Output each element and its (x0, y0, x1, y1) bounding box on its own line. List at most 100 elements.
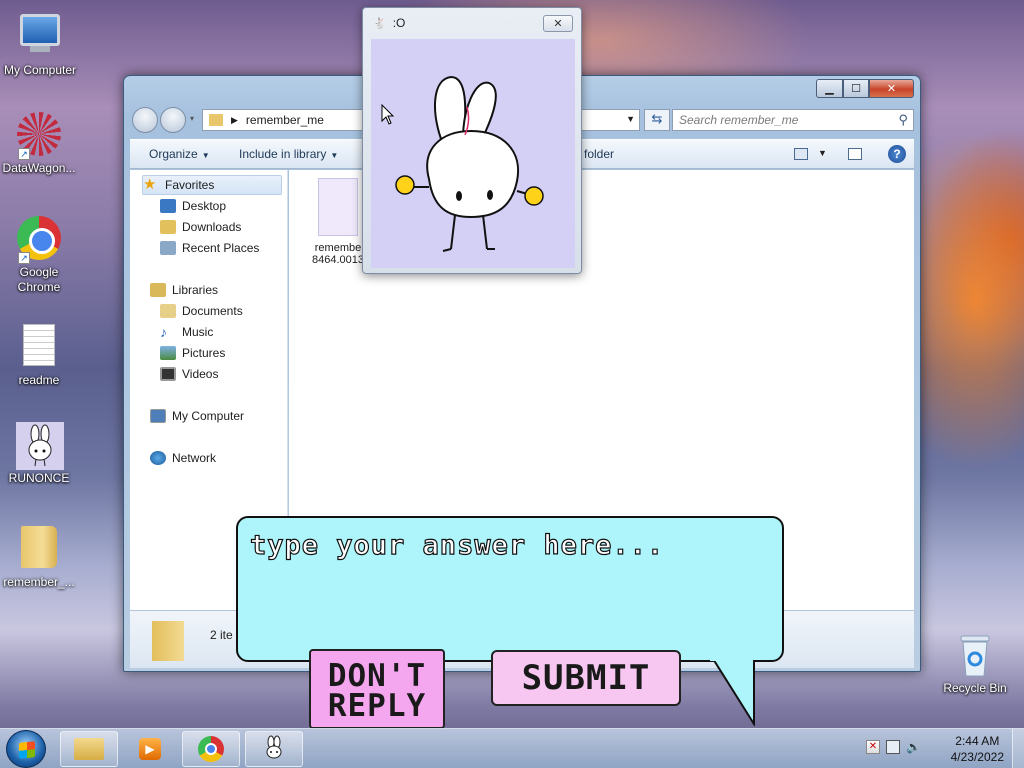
nav-videos-label: Videos (182, 367, 219, 381)
refresh-button[interactable]: ⇆ (644, 109, 670, 131)
answer-input[interactable] (246, 524, 776, 566)
desktop-icon-chrome[interactable]: ↗ Google Chrome (0, 216, 79, 295)
bunny-app-icon: 🐇 (373, 17, 387, 30)
back-button[interactable] (132, 107, 158, 133)
change-view-icon[interactable] (794, 148, 808, 160)
bunny-window: 🐇 :O ✕ (362, 7, 582, 274)
desktop-icon-runonce[interactable]: RUNONCE (0, 422, 79, 485)
nav-documents-label: Documents (182, 304, 243, 318)
documents-icon (160, 304, 176, 318)
chrome-icon: ↗ (16, 216, 62, 264)
search-icon[interactable]: ⚲ (898, 112, 908, 128)
clock[interactable]: 2:44 AM 4/23/2022 (951, 733, 1004, 765)
text-document-icon (16, 324, 62, 370)
dont-reply-button[interactable]: DON'T REPLY (309, 649, 445, 729)
nav-desktop[interactable]: Desktop (160, 196, 226, 216)
submit-button[interactable]: SUBMIT (491, 650, 681, 706)
pictures-icon (160, 346, 176, 360)
desktop-icon-label: readme (18, 373, 60, 387)
bunny-character (395, 75, 544, 252)
include-in-library-label: Include in library (239, 147, 327, 161)
taskbar-chrome[interactable] (182, 731, 240, 767)
nav-favorites[interactable]: ★ Favorites (142, 175, 282, 195)
system-tray: ✕ 🔊 (866, 740, 921, 754)
close-button[interactable]: ✕ (543, 15, 573, 32)
nav-downloads-label: Downloads (182, 220, 242, 234)
recycle-bin-icon (952, 632, 998, 678)
nav-music-label: Music (182, 325, 214, 339)
include-in-library-menu[interactable]: Include in library ▼ (239, 147, 338, 161)
dont-reply-label: DON'T REPLY (327, 658, 427, 724)
nav-network-label: Network (172, 451, 217, 465)
desktop-icon-recycle-bin[interactable]: Recycle Bin (935, 632, 1015, 695)
recent-places-icon (160, 241, 176, 255)
image-thumbnail-icon (318, 178, 358, 236)
my-computer-icon (17, 14, 63, 60)
show-desktop-button[interactable] (1012, 729, 1024, 768)
view-options-dropdown[interactable]: ▼ (818, 148, 827, 158)
nav-pictures[interactable]: Pictures (160, 343, 225, 363)
network-status-icon[interactable] (886, 740, 900, 754)
organize-menu[interactable]: Organize ▼ (149, 147, 210, 161)
mouse-cursor-icon (381, 104, 395, 125)
desktop-icon-my-computer[interactable]: My Computer (0, 10, 80, 77)
preview-pane-icon[interactable] (848, 148, 862, 160)
network-icon (150, 451, 166, 465)
desktop-icon-label: Recycle Bin (943, 681, 1007, 695)
desktop-icon-remember-folder[interactable]: remember_... (0, 526, 79, 589)
submit-label: SUBMIT (521, 658, 651, 698)
folder-icon (152, 621, 184, 661)
bunny-window-title: 🐇 :O (373, 16, 405, 30)
recent-pages-dropdown[interactable]: ▾ (190, 114, 194, 123)
nav-documents[interactable]: Documents (160, 301, 243, 321)
bunny-icon (16, 422, 64, 470)
nav-downloads[interactable]: Downloads (160, 217, 241, 237)
organize-label: Organize (149, 147, 198, 161)
nav-favorites-label: Favorites (165, 178, 215, 192)
nav-recent-places[interactable]: Recent Places (160, 238, 259, 258)
nav-videos[interactable]: Videos (160, 364, 218, 384)
folder-icon (209, 114, 223, 126)
volume-icon[interactable]: 🔊 (906, 740, 921, 754)
action-center-flag-icon[interactable]: ✕ (866, 740, 880, 754)
bunny-icon (266, 735, 282, 759)
taskbar: ▶ ✕ 🔊 2:44 AM 4/23/2022 (0, 728, 1024, 768)
nav-recent-places-label: Recent Places (182, 241, 260, 255)
start-button[interactable] (6, 730, 46, 768)
clock-time: 2:44 AM (955, 734, 1000, 748)
nav-music[interactable]: ♪ Music (160, 322, 213, 342)
close-button[interactable]: ✕ (869, 79, 914, 98)
breadcrumb-current[interactable]: remember_me (246, 113, 324, 127)
search-placeholder: Search remember_me (679, 113, 799, 127)
search-input[interactable]: Search remember_me ⚲ (672, 109, 914, 131)
nav-libraries[interactable]: Libraries (150, 280, 218, 300)
new-folder-button[interactable]: folder (584, 147, 614, 161)
music-icon: ♪ (160, 324, 167, 340)
bunny-window-title-text: :O (392, 16, 406, 30)
nav-my-computer-label: My Computer (172, 409, 245, 423)
window-controls: ▁ ☐ ✕ (816, 79, 914, 98)
desktop-icon-datawagon[interactable]: ↗ DataWagon... (0, 112, 79, 175)
taskbar-bunny-app[interactable] (245, 731, 303, 767)
nav-pictures-label: Pictures (182, 346, 226, 360)
breadcrumb-arrow-icon[interactable]: ▶ (231, 115, 238, 126)
nav-network[interactable]: Network (150, 448, 216, 468)
taskbar-explorer[interactable] (60, 731, 118, 767)
computer-icon (150, 409, 166, 423)
folder-icon (16, 526, 62, 572)
videos-icon (160, 367, 176, 381)
desktop-icon-readme[interactable]: readme (0, 324, 79, 387)
maximize-button[interactable]: ☐ (843, 79, 869, 98)
taskbar-media-player[interactable]: ▶ (121, 731, 179, 767)
chevron-down-icon[interactable]: ▼ (626, 114, 635, 124)
nav-desktop-label: Desktop (182, 199, 227, 213)
desktop-icon-label: DataWagon... (2, 161, 76, 175)
forward-button[interactable] (160, 107, 186, 133)
help-icon[interactable]: ? (888, 145, 906, 163)
minimize-button[interactable]: ▁ (816, 79, 843, 98)
media-player-icon: ▶ (139, 738, 161, 760)
downloads-icon (160, 220, 176, 234)
clock-date: 4/23/2022 (950, 750, 1004, 764)
chrome-icon (198, 736, 224, 762)
nav-my-computer[interactable]: My Computer (150, 406, 244, 426)
